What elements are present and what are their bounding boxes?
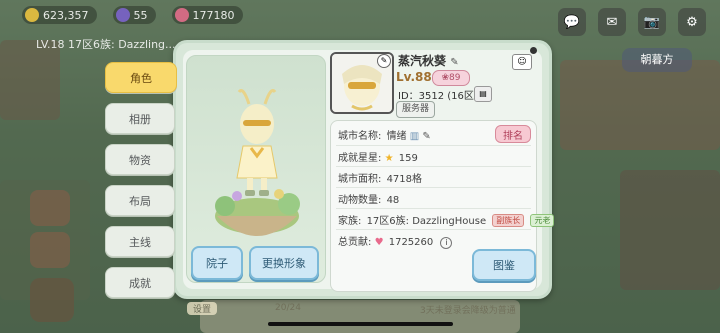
stars-row: 成就星星: ★ 159 [338,149,418,164]
gallery-button[interactable]: 图鉴 [472,249,536,281]
family-row: 家族: 17区6族: DazzlingHouse 副族长 元老 [338,212,555,227]
side-task-icon[interactable] [30,232,70,268]
edit-name-icon[interactable]: ✎ [450,57,458,68]
hint-label: 3天未登录会降级为普通 [420,306,516,316]
coin-icon [25,8,39,22]
city-name-row: 城市名称: 情绪 ▥ ✎ [338,127,431,142]
animals-value: 48 [386,195,400,206]
elder-tag: 元老 [530,214,555,227]
coin-value: 623,357 [43,8,89,22]
player-name: 蒸汽秋葵 ✎ [398,52,459,69]
contribution-value: 1725260 [388,237,434,248]
side-shop-icon[interactable] [30,190,70,226]
tab-achievement[interactable]: 成就 [105,267,175,298]
change-look-button[interactable]: 更换形象 [249,246,319,280]
top-right-buttons: 💬 ✉ 📷 ⚙ [558,8,706,36]
gem-counter: 55 [112,6,156,24]
rank-button[interactable]: 排名 [495,125,531,143]
badge-icon: ❀ [441,73,450,83]
trash-icon: ▥ [409,131,420,142]
back-icon[interactable] [30,278,74,322]
player-name-text: 蒸汽秋葵 [398,54,447,68]
divider [336,187,531,188]
settings-label[interactable]: 设置 [187,302,218,315]
heart-icon [174,8,189,22]
settings-icon[interactable]: ⚙ [678,8,706,36]
star-icon: ★ [384,153,394,164]
city-name-label: 城市名称: [338,131,382,142]
chat-icon[interactable]: 💬 [558,8,586,36]
edit-avatar-icon[interactable]: ✎ [377,54,391,68]
contribution-label: 总贡献: [338,237,372,248]
family-value: 17区6族: DazzlingHouse [366,216,487,227]
bottom-status-strip: 设置 20/24 3天未登录会降级为普通 [175,300,520,318]
area-label: 城市面积: [338,174,382,185]
stars-label: 成就星星: [338,153,382,164]
copy-id-icon[interactable]: ▤ [474,86,492,102]
resource-bar: 623,357 55 177180 [22,6,243,24]
player-level: Lv.88 [396,70,432,84]
rank-badge: ❀ 89 [432,70,470,86]
badge-value: 89 [449,73,461,83]
divider [336,208,531,209]
vice-leader-tag: 副族长 [492,214,525,227]
yard-button[interactable]: 院子 [191,246,243,280]
city-name-value: 情绪 [386,131,407,142]
info-icon[interactable]: i [440,237,453,249]
area-row: 城市面积: 4718格 [338,170,422,185]
animals-label: 动物数量: [338,195,382,206]
divider [336,166,531,167]
home-indicator[interactable] [268,322,453,326]
count-label: 20/24 [275,303,301,313]
mail-icon[interactable]: ✉ [598,8,626,36]
player-level-line: LV.18 17区6族: Dazzling... [36,38,176,51]
divider [336,229,531,230]
family-label: 家族: [338,216,362,227]
tab-supplies[interactable]: 物资 [105,144,175,175]
tab-main-quest[interactable]: 主线 [105,226,175,257]
animals-row: 动物数量: 48 [338,191,399,206]
contribution-row: 总贡献: ♥ 1725260 i [338,233,453,249]
coin-counter: 623,357 [22,6,97,24]
character-sprite [236,89,278,196]
tab-layout[interactable]: 布局 [105,185,175,216]
heart-icon: ♥ [374,237,384,248]
tab-album[interactable]: 相册 [105,103,175,134]
guild-button[interactable]: 朝暮方 [622,48,692,72]
friend-icon[interactable]: ☺ [512,54,532,70]
gem-icon [115,8,130,22]
heart-counter: 177180 [171,6,243,24]
camera-icon[interactable]: 📷 [638,8,666,36]
server-button[interactable]: 服务器 [396,101,436,118]
divider [336,145,531,146]
stars-value: 159 [398,153,418,164]
side-tabs: 角色 相册 物资 布局 主线 成就 [105,62,177,298]
gem-value: 55 [133,8,148,22]
area-value: 4718格 [386,174,423,185]
edit-city-icon[interactable]: ✎ [422,131,430,142]
heart-value: 177180 [192,8,235,22]
tab-role[interactable]: 角色 [105,62,177,93]
player-id: ID：3512 (16区) [398,91,478,102]
